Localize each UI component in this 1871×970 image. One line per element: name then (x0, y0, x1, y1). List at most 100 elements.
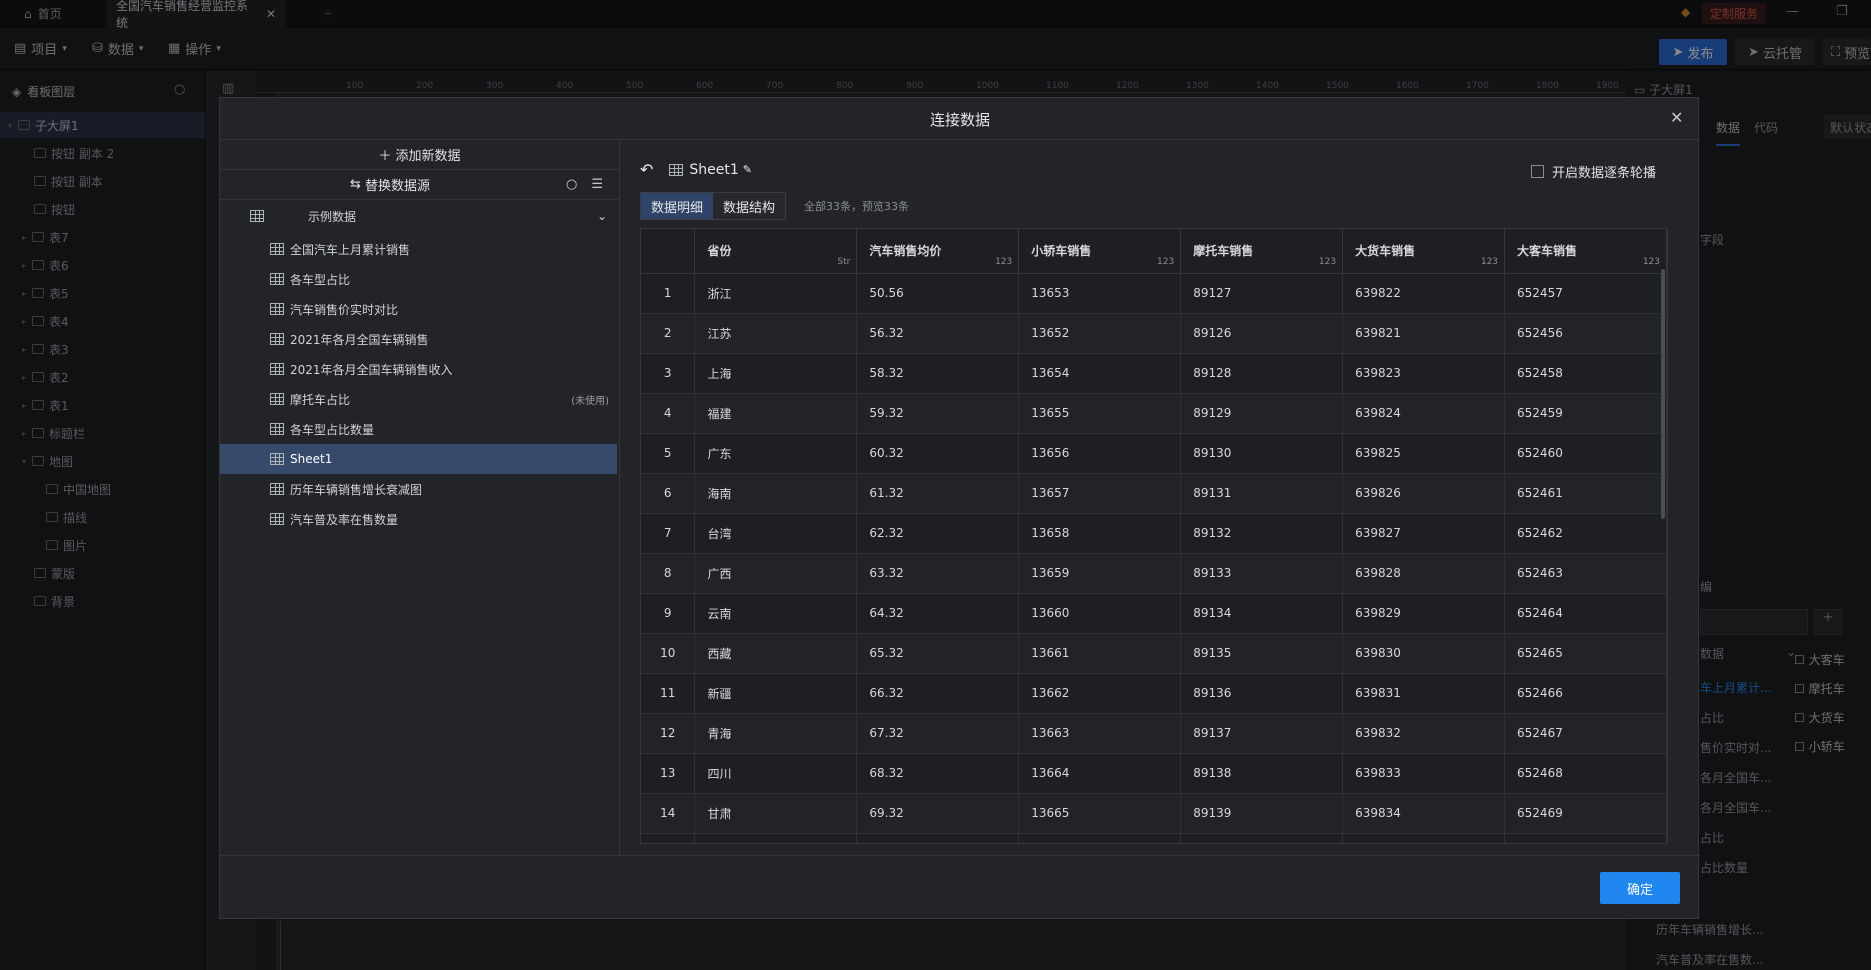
column-header[interactable]: 汽车销售均价 123 (856, 229, 1020, 274)
table-row[interactable]: 4 福建 59.32 13655 89129 639824 652459 (641, 393, 1667, 434)
dataset-item[interactable]: 摩托车占比 (未使用) (220, 384, 617, 414)
column-header[interactable]: 大客车销售 123 (1504, 229, 1667, 274)
dataset-item[interactable]: 全国汽车上月累计销售 (220, 234, 617, 264)
row-number: 7 (641, 513, 696, 554)
table-cell: 89135 (1180, 633, 1344, 674)
edit-icon[interactable]: ✎ (743, 163, 752, 176)
table-row[interactable]: 6 海南 61.32 13657 89131 639826 652461 (641, 473, 1667, 514)
table-row[interactable]: 8 广西 63.32 13659 89133 639828 652463 (641, 553, 1667, 594)
column-header[interactable]: 省份 Str (694, 229, 858, 274)
data-table[interactable]: 省份 Str 汽车销售均价 123 小轿车销售 123 摩托车销售 123 大货车销售 1… (640, 228, 1668, 844)
table-cell: 639829 (1342, 593, 1506, 634)
table-cell: 56.32 (856, 313, 1020, 354)
table-cell: 66.32 (856, 673, 1020, 714)
table-row[interactable]: 3 上海 58.32 13654 89128 639823 652458 (641, 353, 1667, 394)
unused-tag: (未使用) (571, 395, 609, 407)
column-header[interactable]: 摩托车销售 123 (1180, 229, 1344, 274)
table-row[interactable]: 1 浙江 50.56 13653 89127 639822 652457 (641, 273, 1667, 314)
table-cell: 89132 (1180, 513, 1344, 554)
dialog-footer: 确定 (220, 855, 1700, 920)
dialog-header: 连接数据 ✕ (220, 98, 1700, 140)
table-cell: 13656 (1018, 433, 1182, 474)
table-row[interactable]: 9 云南 64.32 13660 89134 639829 652464 (641, 593, 1667, 634)
table-row[interactable]: 15内蒙古70.321366689140639835652470 (641, 833, 1667, 843)
column-type: 123 (1157, 256, 1175, 267)
table-cell: 639830 (1342, 633, 1506, 674)
column-name: 摩托车销售 (1193, 244, 1254, 259)
table-row[interactable]: 11 新疆 66.32 13662 89136 639831 652466 (641, 673, 1667, 714)
table-cell: 89128 (1180, 353, 1344, 394)
table-row[interactable]: 14 甘肃 69.32 13665 89139 639834 652469 (641, 793, 1667, 834)
table-cell: 四川 (694, 753, 858, 794)
close-icon[interactable]: ✕ (1670, 108, 1683, 127)
table-cell: 69.32 (856, 793, 1020, 834)
row-number: 13 (641, 753, 696, 794)
dataset-label: 2021年各月全国车辆销售收入 (290, 362, 453, 377)
carousel-toggle[interactable]: 开启数据逐条轮播 (1531, 162, 1656, 181)
table-row[interactable]: 7 台湾 62.32 13658 89132 639827 652462 (641, 513, 1667, 554)
table-icon (270, 453, 284, 465)
table-cell: 639834 (1342, 793, 1506, 834)
tab-structure[interactable]: 数据结构 (713, 193, 785, 219)
table-cell: 652466 (1504, 673, 1667, 714)
data-grid: 省份 Str 汽车销售均价 123 小轿车销售 123 摩托车销售 123 大货车销售 1… (641, 229, 1667, 843)
table-icon (270, 333, 284, 345)
dataset-item[interactable]: 汽车销售价实时对比 (220, 294, 617, 324)
dataset-group[interactable]: 示例数据 ⌄ (220, 200, 619, 232)
table-cell: 652465 (1504, 633, 1667, 674)
table-scrollbar[interactable] (1661, 269, 1665, 519)
table-row[interactable]: 12 青海 67.32 13663 89137 639832 652467 (641, 713, 1667, 754)
dataset-sidebar: ＋添加新数据 ⇆ 替换数据源 ○ ☰ 示例数据 ⌄ 全国汽车上月累计销售 各车型占比… (220, 140, 620, 855)
dataset-label: 历年车辆销售增长衰减图 (290, 482, 423, 497)
table-row[interactable]: 5 广东 60.32 13656 89130 639825 652460 (641, 433, 1667, 474)
table-cell: 台湾 (694, 513, 858, 554)
table-cell: 639823 (1342, 353, 1506, 394)
dataset-item[interactable]: 2021年各月全国车辆销售 (220, 324, 617, 354)
dataset-item[interactable]: 各车型占比数量 (220, 414, 617, 444)
search-icon[interactable]: ○ (566, 177, 577, 192)
filter-icon[interactable]: ☰ (591, 177, 603, 192)
replace-source-button[interactable]: ⇆ 替换数据源 (220, 170, 560, 200)
table-cell: 652456 (1504, 313, 1667, 354)
column-name: 小轿车销售 (1031, 244, 1092, 259)
tab-detail[interactable]: 数据明细 (641, 193, 713, 219)
table-cell: 广西 (694, 553, 858, 594)
dataset-item[interactable]: 2021年各月全国车辆销售收入 (220, 354, 617, 384)
table-cell: 65.32 (856, 633, 1020, 674)
table-cell: 13665 (1018, 793, 1182, 834)
table-cell: 89140 (1180, 833, 1344, 843)
table-cell: 上海 (694, 353, 858, 394)
confirm-button[interactable]: 确定 (1600, 872, 1680, 904)
table-cell: 89136 (1180, 673, 1344, 714)
dataset-label: 各车型占比 (290, 272, 351, 287)
table-row[interactable]: 13 四川 68.32 13664 89138 639833 652468 (641, 753, 1667, 794)
dataset-item[interactable]: 汽车普及率在售数量 (220, 504, 617, 534)
row-number: 8 (641, 553, 696, 594)
table-cell: 652470 (1504, 833, 1667, 843)
table-cell: 云南 (694, 593, 858, 634)
dataset-item-selected[interactable]: Sheet1 (220, 444, 617, 474)
column-header[interactable]: 大货车销售 123 (1342, 229, 1506, 274)
table-row[interactable]: 10 西藏 65.32 13661 89135 639830 652465 (641, 633, 1667, 674)
back-icon[interactable]: ↶ (640, 160, 653, 179)
table-cell: 639832 (1342, 713, 1506, 754)
table-cell: 新疆 (694, 673, 858, 714)
table-row[interactable]: 2 江苏 56.32 13652 89126 639821 652456 (641, 313, 1667, 354)
table-cell: 西藏 (694, 633, 858, 674)
table-cell: 89139 (1180, 793, 1344, 834)
table-header-row: 省份 Str 汽车销售均价 123 小轿车销售 123 摩托车销售 123 大货车销售 1… (641, 229, 1667, 274)
checkbox-icon[interactable] (1531, 165, 1544, 178)
table-cell: 639826 (1342, 473, 1506, 514)
column-header[interactable]: 小轿车销售 123 (1018, 229, 1182, 274)
table-cell: 652463 (1504, 553, 1667, 594)
row-number: 12 (641, 713, 696, 754)
table-cell: 67.32 (856, 713, 1020, 754)
dataset-item[interactable]: 各车型占比 (220, 264, 617, 294)
add-source-button[interactable]: ＋添加新数据 (220, 140, 619, 170)
table-icon (270, 423, 284, 435)
table-cell: 60.32 (856, 433, 1020, 474)
table-cell: 652468 (1504, 753, 1667, 794)
table-cell: 639831 (1342, 673, 1506, 714)
dataset-item[interactable]: 历年车辆销售增长衰减图 (220, 474, 617, 504)
dataset-label: 2021年各月全国车辆销售 (290, 332, 429, 347)
